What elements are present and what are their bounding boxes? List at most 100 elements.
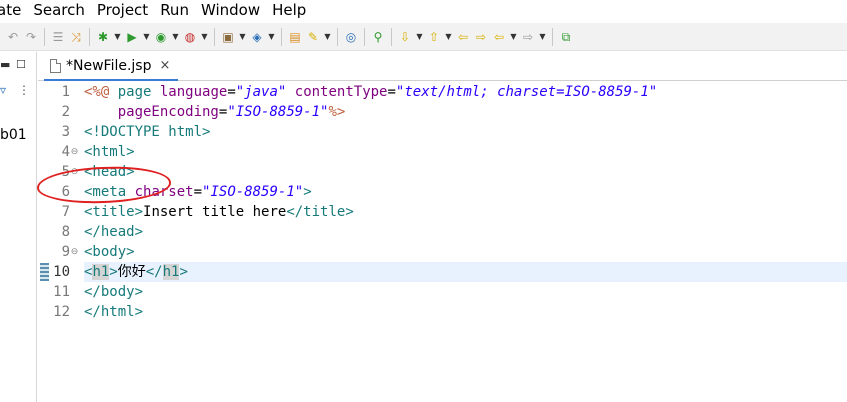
attr-name: pageEncoding: [117, 104, 219, 120]
debug-icon[interactable]: ✱: [95, 28, 111, 46]
code-line-10[interactable]: <h1>你好</h1>: [84, 262, 847, 282]
line-number: 4: [61, 144, 70, 160]
toolbar-separator: [337, 27, 338, 46]
line-number: 3: [61, 124, 70, 140]
menu-search[interactable]: Search: [27, 0, 91, 21]
code-line-9[interactable]: <body>: [84, 242, 847, 262]
equals: =: [227, 84, 236, 100]
filter-icon[interactable]: ▿: [0, 83, 6, 97]
line-number: 1: [61, 84, 70, 100]
next-annotation-dropdown-icon[interactable]: ▼: [415, 28, 424, 46]
head-close-tag: </head>: [84, 224, 144, 240]
minimize-icon[interactable]: ▬: [0, 58, 10, 71]
project-tree-item[interactable]: b01: [0, 127, 27, 143]
line-number: 2: [61, 104, 70, 120]
external-tools-dropdown-icon[interactable]: ▼: [200, 28, 209, 46]
editor-tab-bar: *NewFile.jsp ×: [38, 52, 847, 81]
main-toolbar: ↶ ↷ ☰ ⤨ ✱ ▼ ▶ ▼ ◉ ▼ ◍ ▼ ▣ ▼ ◈ ▼ ▤ ✎ ▼ ◎ …: [0, 23, 847, 51]
doctype-rest: html>: [159, 124, 211, 140]
last-edit-icon[interactable]: ⇦: [455, 28, 471, 46]
external-tools-icon[interactable]: ◍: [182, 28, 198, 46]
doctype: <!DOCTYPE: [84, 124, 160, 140]
code-line-3[interactable]: <!DOCTYPE html>: [84, 122, 847, 142]
run-dropdown-icon[interactable]: ▼: [142, 28, 151, 46]
prev-annotation-icon[interactable]: ⇧: [426, 28, 442, 46]
menu-run[interactable]: Run: [154, 0, 195, 21]
h1-tag-name: h1: [92, 264, 110, 280]
title-close-tag: </title>: [286, 204, 354, 220]
code-line-12[interactable]: </html>: [84, 302, 847, 322]
jsp-open: <%@: [84, 84, 110, 100]
forward-dropdown-icon[interactable]: ▼: [538, 28, 547, 46]
code-line-1[interactable]: <%@ page language="java" contentType="te…: [84, 82, 847, 102]
line-number: 11: [53, 284, 70, 300]
new-project-dropdown-icon[interactable]: ▼: [267, 28, 276, 46]
search-dropdown-icon[interactable]: ▼: [323, 28, 332, 46]
forward-icon[interactable]: ⇨: [520, 28, 536, 46]
next-annotation-icon[interactable]: ⇩: [397, 28, 413, 46]
code-line-4[interactable]: <html>: [84, 142, 847, 162]
code-line-2[interactable]: pageEncoding="ISO-8859-1"%>: [84, 102, 847, 122]
back-dropdown-icon[interactable]: ▼: [509, 28, 518, 46]
change-marker-icon: [40, 263, 49, 281]
next-edit-icon[interactable]: ⇨: [473, 28, 489, 46]
editor-tab-label: *NewFile.jsp: [66, 57, 152, 74]
code-line-11[interactable]: </body>: [84, 282, 847, 302]
title-open-tag: <title>: [84, 204, 144, 220]
line-number: 12: [53, 304, 70, 320]
tag-bracket: </: [145, 264, 163, 280]
maximize-icon[interactable]: ☐: [16, 58, 26, 71]
new-project-icon[interactable]: ◈: [249, 28, 265, 46]
title-text: Insert title here: [143, 204, 287, 220]
menu-bar: ate Search Project Run Window Help: [0, 0, 847, 21]
coverage-icon[interactable]: ◉: [153, 28, 169, 46]
code-area[interactable]: <%@ page language="java" contentType="te…: [84, 82, 847, 402]
jsp-keyword: page: [109, 84, 160, 100]
toolbar-separator: [89, 27, 90, 46]
new-server-dropdown-icon[interactable]: ▼: [238, 28, 247, 46]
link-icon[interactable]: ⤨: [68, 28, 84, 46]
code-line-5[interactable]: <head>: [84, 162, 847, 182]
fold-toggle-icon[interactable]: ⊖: [70, 242, 79, 262]
line-number: 9: [61, 244, 70, 260]
close-icon[interactable]: ×: [159, 58, 170, 73]
attr-value: "ISO-8859-1": [227, 104, 329, 120]
toolbar-separator: [391, 27, 392, 46]
tag-bracket: >: [109, 264, 118, 280]
search-icon[interactable]: ✎: [305, 28, 321, 46]
code-line-7[interactable]: <title>Insert title here</title>: [84, 202, 847, 222]
attr-name: language: [159, 84, 228, 100]
back-icon[interactable]: ⇦: [491, 28, 507, 46]
menu-navigate[interactable]: ate: [0, 0, 27, 21]
h1-close-tag-name: h1: [162, 264, 180, 280]
run-icon[interactable]: ▶: [124, 28, 140, 46]
open-perspective-icon[interactable]: ⧉: [558, 28, 574, 46]
undo-icon[interactable]: ↶: [5, 28, 21, 46]
menu-help[interactable]: Help: [266, 0, 312, 21]
code-line-8[interactable]: </head>: [84, 222, 847, 242]
editor-tab-newfile[interactable]: *NewFile.jsp ×: [44, 52, 179, 81]
menu-project[interactable]: Project: [91, 0, 154, 21]
prev-annotation-dropdown-icon[interactable]: ▼: [444, 28, 453, 46]
pin-icon[interactable]: ⚲: [370, 28, 386, 46]
fold-toggle-icon[interactable]: ⊖: [70, 142, 79, 162]
new-server-icon[interactable]: ▣: [220, 28, 236, 46]
line-number-gutter: 1 2 3 4 ⊖ 5 ⊖ 6 7 8 9 ⊖ 10 11 12: [38, 82, 80, 402]
view-menu-icon[interactable]: ⋮: [18, 83, 30, 97]
jsp-close: %>: [328, 104, 346, 120]
coverage-dropdown-icon[interactable]: ▼: [171, 28, 180, 46]
menu-window[interactable]: Window: [195, 0, 266, 21]
tasks-icon[interactable]: ☰: [50, 28, 66, 46]
redo-icon[interactable]: ↷: [23, 28, 39, 46]
attr-value: "ISO-8859-1": [202, 184, 304, 200]
line-number: 8: [61, 224, 70, 240]
tag-close: >: [303, 184, 312, 200]
open-type-icon[interactable]: ▤: [287, 28, 303, 46]
html-tag: <html>: [84, 144, 135, 160]
code-line-6[interactable]: <meta charset="ISO-8859-1">: [84, 182, 847, 202]
globe-icon[interactable]: ◎: [343, 28, 359, 46]
code-editor[interactable]: 1 2 3 4 ⊖ 5 ⊖ 6 7 8 9 ⊖ 10 11 12 <%@ page language="ja…: [38, 82, 847, 402]
debug-dropdown-icon[interactable]: ▼: [113, 28, 122, 46]
